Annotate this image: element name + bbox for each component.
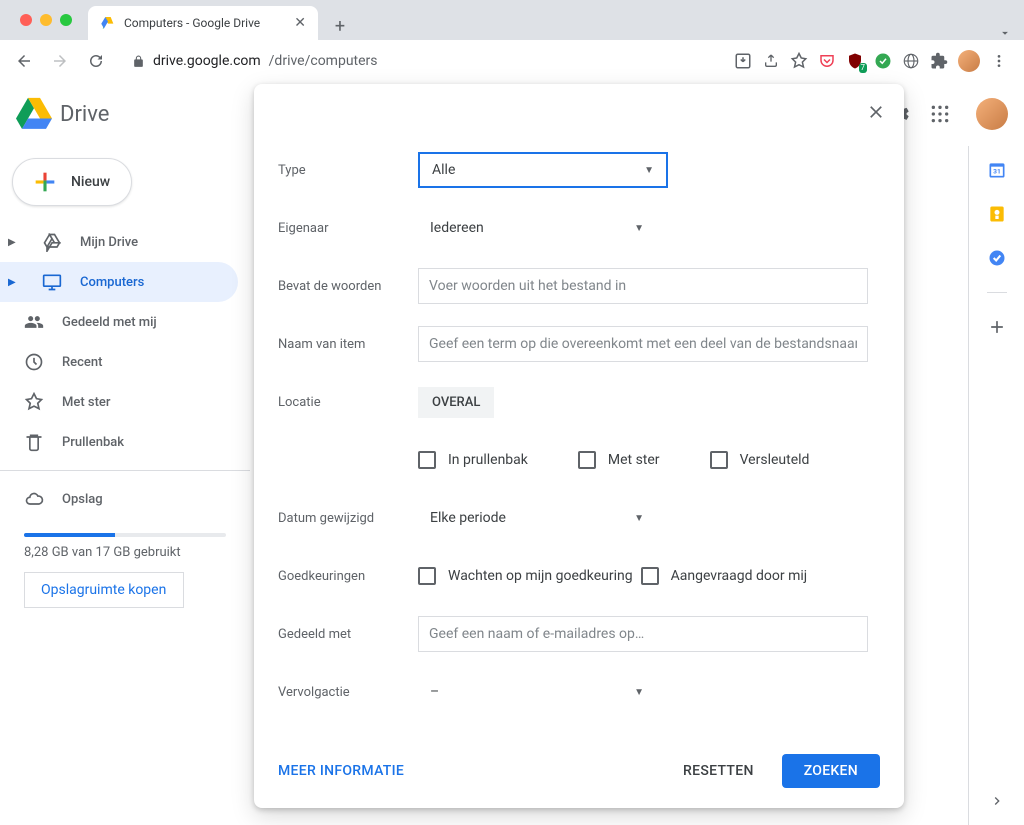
advanced-search-panel: Type Alle ▼ Eigenaar Iedereen ▼ Be	[254, 84, 904, 808]
apps-icon[interactable]	[928, 102, 952, 126]
storage-progress-bar	[24, 533, 226, 537]
sidebar-item-label: Computers	[80, 275, 144, 290]
search-button[interactable]: ZOEKEN	[782, 754, 880, 788]
tasks-app-icon[interactable]	[987, 248, 1007, 268]
learn-more-link[interactable]: MEER INFORMATIE	[278, 763, 404, 779]
followup-dropdown[interactable]: – ▼	[418, 674, 656, 710]
close-panel-icon[interactable]	[866, 102, 886, 122]
new-button[interactable]: Nieuw	[12, 158, 132, 206]
sidebar-item-starred[interactable]: Met ster	[0, 382, 238, 422]
location-chip[interactable]: OVERAL	[418, 387, 494, 418]
shared-with-input[interactable]	[418, 616, 868, 652]
reload-button[interactable]	[80, 45, 112, 77]
keep-app-icon[interactable]	[987, 204, 1007, 224]
type-dropdown[interactable]: Alle ▼	[418, 152, 668, 188]
followup-label: Vervolgactie	[278, 685, 418, 700]
sidebar-item-label: Recent	[62, 355, 102, 370]
calendar-app-icon[interactable]: 31	[987, 160, 1007, 180]
sidebar-item-recent[interactable]: Recent	[0, 342, 238, 382]
sidebar-item-trash[interactable]: Prullenbak	[0, 422, 238, 462]
pocket-extension-icon[interactable]	[818, 52, 836, 70]
add-addon-icon[interactable]	[987, 317, 1007, 337]
drive-favicon	[100, 15, 116, 31]
owner-dropdown[interactable]: Iedereen ▼	[418, 210, 656, 246]
sidebar-item-label: Opslag	[62, 492, 103, 507]
trash-icon	[24, 432, 44, 452]
sidebar-item-label: Gedeeld met mij	[62, 315, 157, 330]
tab-overflow-icon[interactable]	[998, 26, 1012, 40]
address-bar[interactable]: drive.google.com/drive/computers	[120, 46, 726, 76]
sidebar-item-computers[interactable]: ▶ Computers	[0, 262, 238, 302]
browser-menu-icon[interactable]	[990, 52, 1008, 70]
date-modified-dropdown[interactable]: Elke periode ▼	[418, 500, 656, 536]
my-drive-icon	[42, 232, 62, 252]
drive-logo-icon	[16, 96, 52, 132]
new-tab-button[interactable]: +	[326, 12, 354, 40]
item-name-input[interactable]	[418, 326, 868, 362]
globe-extension-icon[interactable]	[902, 52, 920, 70]
reset-button[interactable]: RESETTEN	[671, 755, 766, 787]
storage-usage-text: 8,28 GB van 17 GB gebruikt	[24, 545, 226, 560]
shared-icon	[24, 312, 44, 332]
in-trash-checkbox[interactable]: In prullenbak	[418, 451, 528, 469]
window-minimize[interactable]	[40, 14, 52, 26]
computers-icon	[42, 272, 62, 292]
has-words-input[interactable]	[418, 268, 868, 304]
chevron-down-icon: ▼	[634, 223, 644, 234]
requested-by-me-checkbox[interactable]: Aangevraagd door mij	[641, 567, 808, 585]
has-words-label: Bevat de woorden	[278, 279, 418, 294]
shared-with-label: Gedeeld met	[278, 627, 418, 642]
chevron-down-icon: ▼	[634, 513, 644, 524]
chevron-down-icon: ▼	[644, 165, 654, 176]
close-tab-icon[interactable]: ✕	[294, 15, 306, 31]
new-button-label: Nieuw	[71, 174, 110, 190]
plus-icon	[31, 168, 59, 196]
date-modified-label: Datum gewijzigd	[278, 511, 418, 526]
drive-logo-text: Drive	[60, 102, 109, 127]
type-label: Type	[278, 163, 418, 178]
lock-icon	[132, 55, 145, 68]
sidebar-item-my-drive[interactable]: ▶ Mijn Drive	[0, 222, 238, 262]
install-icon[interactable]	[734, 52, 752, 70]
svg-text:31: 31	[993, 167, 1001, 175]
ublock-extension-icon[interactable]: 7	[846, 52, 864, 70]
profile-avatar[interactable]	[958, 50, 980, 72]
sidebar-item-label: Prullenbak	[62, 435, 124, 450]
account-avatar[interactable]	[976, 98, 1008, 130]
url-host: drive.google.com	[153, 53, 261, 69]
encrypted-checkbox[interactable]: Versleuteld	[710, 451, 810, 469]
approvals-label: Goedkeuringen	[278, 569, 418, 584]
chevron-down-icon: ▼	[634, 687, 644, 698]
browser-tab[interactable]: Computers - Google Drive ✕	[88, 6, 318, 40]
awaiting-approval-checkbox[interactable]: Wachten op mijn goedkeuring	[418, 567, 633, 585]
url-path: /drive/computers	[269, 53, 378, 69]
location-label: Locatie	[278, 395, 418, 410]
expand-icon[interactable]: ▶	[8, 277, 24, 288]
sidebar-item-storage[interactable]: Opslag	[0, 479, 238, 519]
cloud-icon	[24, 489, 44, 509]
item-name-label: Naam van item	[278, 337, 418, 352]
extensions-icon[interactable]	[930, 52, 948, 70]
bookmark-icon[interactable]	[790, 52, 808, 70]
window-maximize[interactable]	[60, 14, 72, 26]
sidebar-item-label: Met ster	[62, 395, 110, 410]
starred-checkbox[interactable]: Met ster	[578, 451, 660, 469]
window-close[interactable]	[20, 14, 32, 26]
tab-title: Computers - Google Drive	[124, 16, 260, 30]
recent-icon	[24, 352, 44, 372]
collapse-rail-icon[interactable]	[989, 793, 1005, 809]
checkmark-extension-icon[interactable]	[874, 52, 892, 70]
buy-storage-button[interactable]: Opslagruimte kopen	[24, 572, 184, 608]
back-button[interactable]	[8, 45, 40, 77]
owner-label: Eigenaar	[278, 221, 418, 236]
star-icon	[24, 392, 44, 412]
share-icon[interactable]	[762, 52, 780, 70]
sidebar-item-shared[interactable]: Gedeeld met mij	[0, 302, 238, 342]
forward-button[interactable]	[44, 45, 76, 77]
expand-icon[interactable]: ▶	[8, 237, 24, 248]
drive-logo[interactable]: Drive	[16, 96, 246, 132]
sidebar-item-label: Mijn Drive	[80, 235, 138, 250]
